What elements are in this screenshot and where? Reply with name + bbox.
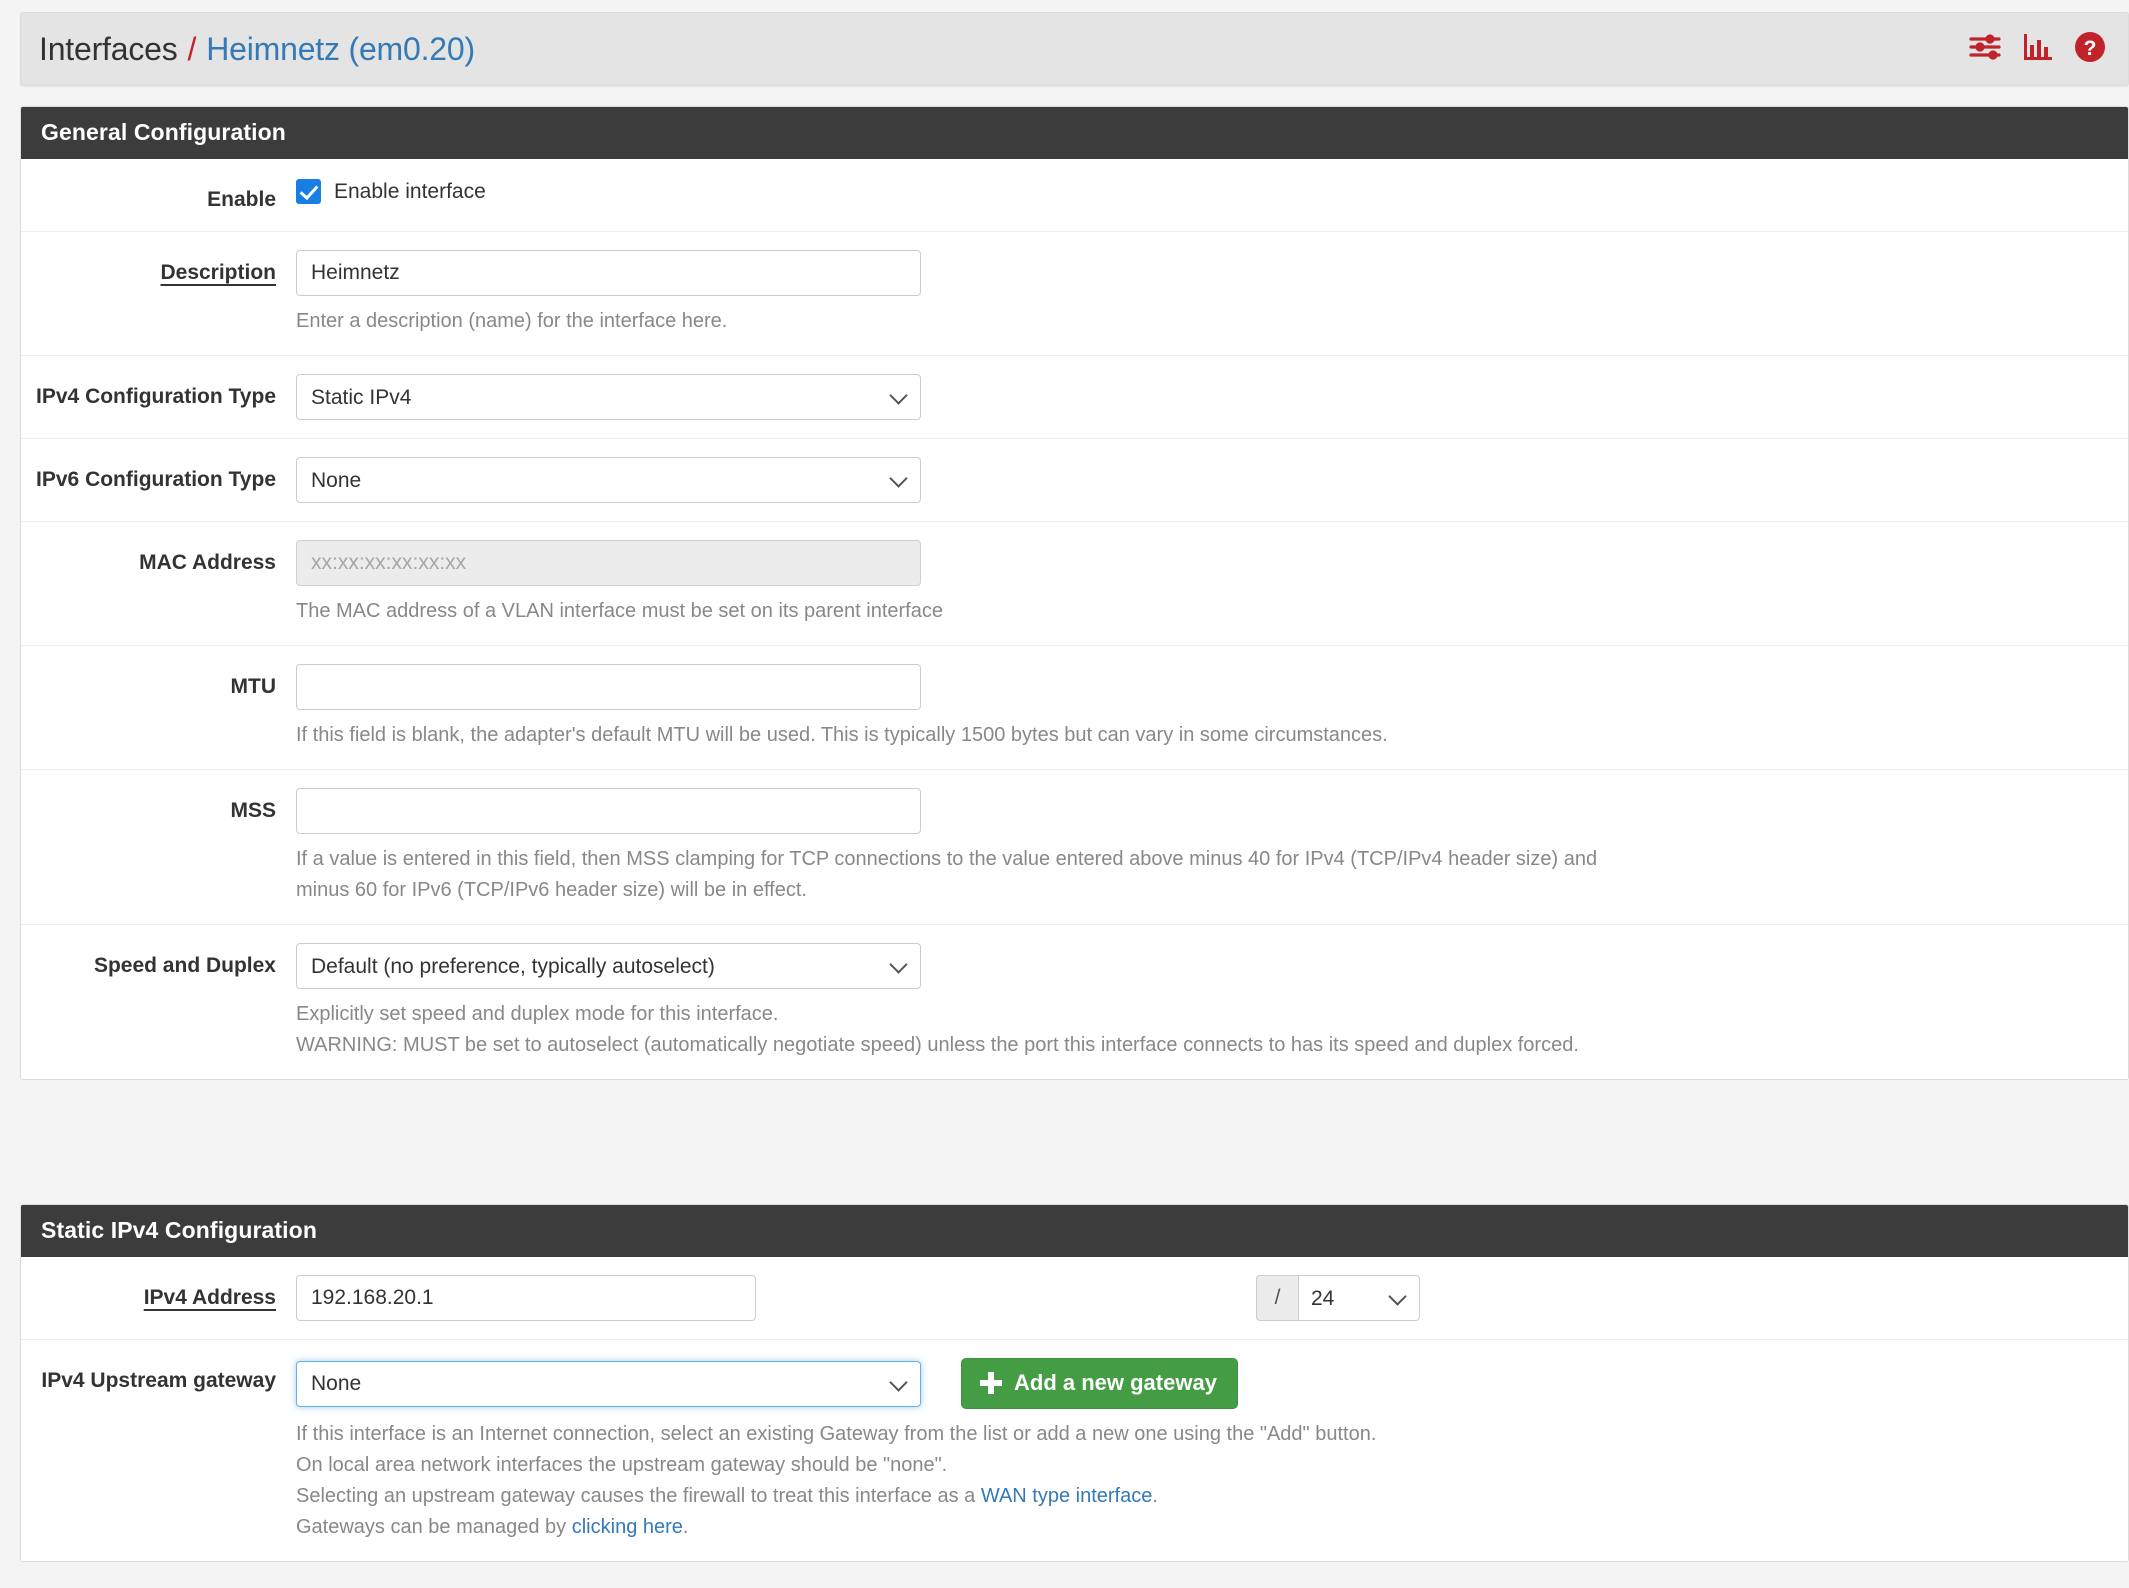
speed-duplex-label: Speed and Duplex — [93, 954, 276, 978]
description-input[interactable] — [296, 250, 921, 297]
speed-duplex-help-line-1: Explicitly set speed and duplex mode for… — [296, 1003, 779, 1026]
mss-help-line-2: minus 60 for IPv6 (TCP/IPv6 header size)… — [296, 879, 807, 902]
breadcrumb-bar: Interfaces / Heimnetz (em0.20) ? — [20, 12, 2129, 86]
chart-icon[interactable] — [2022, 32, 2054, 67]
breadcrumb-current[interactable]: Heimnetz (em0.20) — [206, 31, 475, 68]
enable-interface-checkbox-label[interactable]: Enable interface — [334, 180, 486, 204]
gateway-help-line-2: On local area network interfaces the ups… — [296, 1454, 948, 1476]
gateway-help-line-3-pre: Selecting an upstream gateway causes the… — [296, 1485, 981, 1507]
description-help: Enter a description (name) for the inter… — [296, 310, 728, 333]
form-row-mac-address: MAC Address The MAC address of a VLAN in… — [21, 522, 2128, 647]
speed-duplex-help-line-2: WARNING: MUST be set to autoselect (auto… — [296, 1034, 1579, 1057]
ipv4-config-type-select[interactable]: Static IPv4 — [296, 374, 921, 421]
mac-address-label: MAC Address — [139, 551, 276, 575]
ipv4-prefix-group: / 24 — [1256, 1275, 1420, 1321]
breadcrumb-parent[interactable]: Interfaces — [39, 31, 178, 68]
header-icon-group: ? — [1968, 31, 2106, 68]
mss-label: MSS — [230, 799, 276, 823]
mac-address-help: The MAC address of a VLAN interface must… — [296, 600, 943, 623]
ipv4-prefix-separator: / — [1256, 1275, 1298, 1321]
sliders-icon[interactable] — [1968, 32, 2002, 67]
static-ipv4-configuration-body: IPv4 Address / 24 — [21, 1257, 2128, 1561]
form-row-mss: MSS If a value is entered in this field,… — [21, 770, 2128, 926]
form-row-enable: Enable Enable interface — [21, 159, 2128, 233]
gateway-help-line-3: Selecting an upstream gateway causes the… — [296, 1481, 2104, 1512]
breadcrumb: Interfaces / Heimnetz (em0.20) — [39, 31, 475, 68]
general-configuration-heading: General Configuration — [21, 107, 2128, 159]
ipv6-config-type-select-wrap: None — [296, 457, 921, 504]
mtu-label: MTU — [230, 675, 277, 699]
manage-gateways-link[interactable]: clicking here — [572, 1516, 683, 1538]
gateway-help-line-1: If this interface is an Internet connect… — [296, 1423, 1377, 1445]
enable-interface-checkbox[interactable] — [296, 179, 321, 204]
ipv4-address-label: IPv4 Address — [143, 1286, 276, 1309]
mss-help: If a value is entered in this field, the… — [296, 844, 2104, 906]
form-row-mtu: MTU If this field is blank, the adapter'… — [21, 646, 2128, 771]
ipv4-upstream-gateway-select[interactable]: None — [296, 1360, 921, 1407]
form-row-ipv4-address: IPv4 Address / 24 — [21, 1257, 2128, 1340]
gateway-help-line-3-post: . — [1152, 1485, 1158, 1507]
gateway-help-line-4: Gateways can be managed by clicking here… — [296, 1512, 2104, 1543]
ipv4-config-type-select-wrap: Static IPv4 — [296, 374, 921, 421]
static-ipv4-configuration-heading: Static IPv4 Configuration — [21, 1205, 2128, 1257]
general-configuration-panel: General Configuration Enable Enable inte… — [20, 106, 2129, 1081]
general-configuration-body: Enable Enable interface Description Ente… — [21, 159, 2128, 1080]
form-row-ipv6-config-type: IPv6 Configuration Type None — [21, 439, 2128, 523]
mtu-input[interactable] — [296, 664, 921, 711]
speed-duplex-help: Explicitly set speed and duplex mode for… — [296, 999, 2104, 1061]
static-ipv4-configuration-panel: Static IPv4 Configuration IPv4 Address /… — [20, 1204, 2129, 1562]
gateway-help-line-4-post: . — [682, 1516, 689, 1538]
mss-input[interactable] — [296, 788, 921, 835]
ipv4-address-input[interactable] — [296, 1275, 756, 1321]
gateway-help-line-4-pre: Gateways can be managed by — [296, 1516, 572, 1538]
ipv4-upstream-gateway-select-wrap: None — [296, 1360, 921, 1407]
form-row-ipv4-upstream-gateway: IPv4 Upstream gateway None Add a new gat… — [21, 1340, 2128, 1561]
svg-text:?: ? — [2084, 37, 2097, 60]
ipv6-config-type-label: IPv6 Configuration Type — [36, 468, 276, 492]
mss-help-line-1: If a value is entered in this field, the… — [296, 848, 1598, 871]
form-row-ipv4-config-type: IPv4 Configuration Type Static IPv4 — [21, 356, 2128, 440]
wan-type-interface-link[interactable]: WAN type interface — [981, 1485, 1153, 1507]
form-row-speed-duplex: Speed and Duplex Default (no preference,… — [21, 925, 2128, 1079]
ipv4-upstream-gateway-help: If this interface is an Internet connect… — [296, 1419, 2104, 1543]
help-icon[interactable]: ? — [2074, 31, 2106, 68]
speed-duplex-select-wrap: Default (no preference, typically autose… — [296, 943, 921, 990]
ipv4-prefix-select-wrap: 24 — [1298, 1275, 1420, 1321]
plus-icon — [980, 1372, 1002, 1394]
description-label: Description — [160, 261, 276, 285]
speed-duplex-select[interactable]: Default (no preference, typically autose… — [296, 943, 921, 990]
ipv6-config-type-select[interactable]: None — [296, 457, 921, 504]
add-new-gateway-button[interactable]: Add a new gateway — [961, 1358, 1238, 1409]
add-new-gateway-button-label: Add a new gateway — [1014, 1370, 1217, 1395]
form-row-description: Description Enter a description (name) f… — [21, 232, 2128, 357]
ipv4-config-type-label: IPv4 Configuration Type — [36, 385, 276, 409]
ipv4-prefix-select[interactable]: 24 — [1298, 1275, 1420, 1321]
mtu-help: If this field is blank, the adapter's de… — [296, 724, 1388, 747]
enable-label: Enable — [207, 188, 276, 211]
mac-address-input — [296, 540, 921, 587]
breadcrumb-separator: / — [187, 30, 197, 67]
ipv4-upstream-gateway-label: IPv4 Upstream gateway — [41, 1369, 276, 1392]
